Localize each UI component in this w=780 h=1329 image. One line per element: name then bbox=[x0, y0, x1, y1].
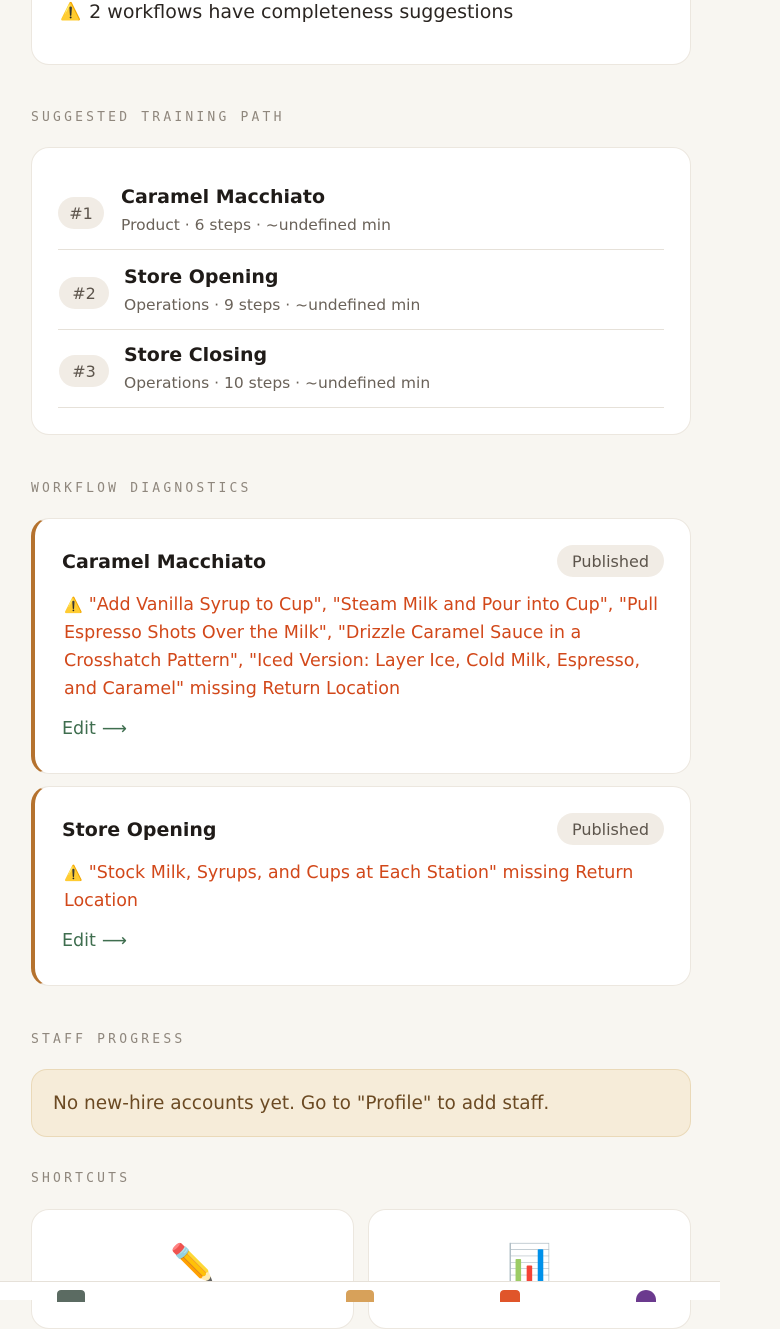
training-path-meta: Operations · 9 steps · ~undefined min bbox=[124, 296, 421, 314]
training-path-heading: SUGGESTED TRAINING PATH bbox=[31, 110, 285, 125]
clipboard-nav-icon[interactable] bbox=[346, 1290, 374, 1302]
staff-empty-notice: No new-hire accounts yet. Go to "Profile… bbox=[31, 1069, 691, 1137]
home-nav-icon[interactable] bbox=[57, 1290, 85, 1302]
shortcut-card-edit[interactable]: ✏️ bbox=[31, 1209, 354, 1329]
diagnostic-message-text: "Stock Milk, Syrups, and Cups at Each St… bbox=[64, 863, 634, 911]
arrow-right-icon: ⟶ bbox=[101, 931, 127, 951]
rank-badge: #2 bbox=[59, 277, 109, 309]
rank-badge: #3 bbox=[59, 355, 109, 387]
diagnostic-card: Store Opening Published ⚠️ "Stock Milk, S… bbox=[31, 786, 691, 986]
shortcut-card-analytics[interactable]: 📊 bbox=[368, 1209, 691, 1329]
bottom-nav bbox=[0, 1281, 720, 1302]
training-path-title: Caramel Macchiato bbox=[121, 186, 326, 208]
edit-link-label: Edit bbox=[62, 719, 96, 739]
arrow-right-icon: ⟶ bbox=[101, 719, 127, 739]
completeness-alert: ⚠️ 2 workflows have completeness suggest… bbox=[60, 1, 513, 23]
diagnostic-message: ⚠️ "Add Vanilla Syrup to Cup", "Steam Mil… bbox=[64, 591, 664, 703]
edit-workflow-link[interactable]: Edit ⟶ bbox=[62, 719, 127, 739]
rank-badge: #1 bbox=[58, 197, 104, 229]
training-path-meta: Product · 6 steps · ~undefined min bbox=[121, 216, 391, 234]
warning-icon: ⚠️ bbox=[64, 596, 83, 614]
training-path-title: Store Closing bbox=[124, 344, 268, 366]
completeness-alert-text: 2 workflows have completeness suggestion… bbox=[89, 1, 514, 23]
training-path-item[interactable]: #3 Store Closing Operations · 10 steps ·… bbox=[58, 330, 664, 408]
profile-nav-icon[interactable] bbox=[636, 1290, 656, 1302]
edit-workflow-link[interactable]: Edit ⟶ bbox=[62, 931, 127, 951]
completeness-alert-card: ⚠️ 2 workflows have completeness suggest… bbox=[31, 0, 691, 65]
shortcuts-heading: SHORTCUTS bbox=[31, 1171, 131, 1186]
bar-chart-icon: 📊 bbox=[507, 1243, 552, 1284]
diagnostic-workflow-title: Caramel Macchiato bbox=[62, 551, 267, 573]
pencil-nav-icon[interactable] bbox=[500, 1290, 520, 1302]
diagnostic-message: ⚠️ "Stock Milk, Syrups, and Cups at Each … bbox=[64, 859, 664, 915]
training-path-item[interactable]: #1 Caramel Macchiato Product · 6 steps ·… bbox=[58, 172, 664, 250]
diagnostics-heading: WORKFLOW DIAGNOSTICS bbox=[31, 481, 252, 496]
diagnostic-message-text: "Add Vanilla Syrup to Cup", "Steam Milk … bbox=[64, 595, 659, 699]
staff-progress-heading: STAFF PROGRESS bbox=[31, 1032, 186, 1047]
training-path-meta: Operations · 10 steps · ~undefined min bbox=[124, 374, 431, 392]
diagnostic-card: Caramel Macchiato Published ⚠️ "Add Vanil… bbox=[31, 518, 691, 774]
training-path-item[interactable]: #2 Store Opening Operations · 9 steps · … bbox=[58, 252, 664, 330]
pencil-icon: ✏️ bbox=[170, 1243, 215, 1284]
status-badge: Published bbox=[556, 545, 664, 577]
edit-link-label: Edit bbox=[62, 931, 96, 951]
diagnostic-workflow-title: Store Opening bbox=[62, 819, 217, 841]
training-path-title: Store Opening bbox=[124, 266, 279, 288]
status-badge: Published bbox=[556, 813, 664, 845]
warning-icon: ⚠️ bbox=[60, 2, 82, 22]
warning-icon: ⚠️ bbox=[64, 864, 83, 882]
training-path-card: #1 Caramel Macchiato Product · 6 steps ·… bbox=[31, 147, 691, 435]
